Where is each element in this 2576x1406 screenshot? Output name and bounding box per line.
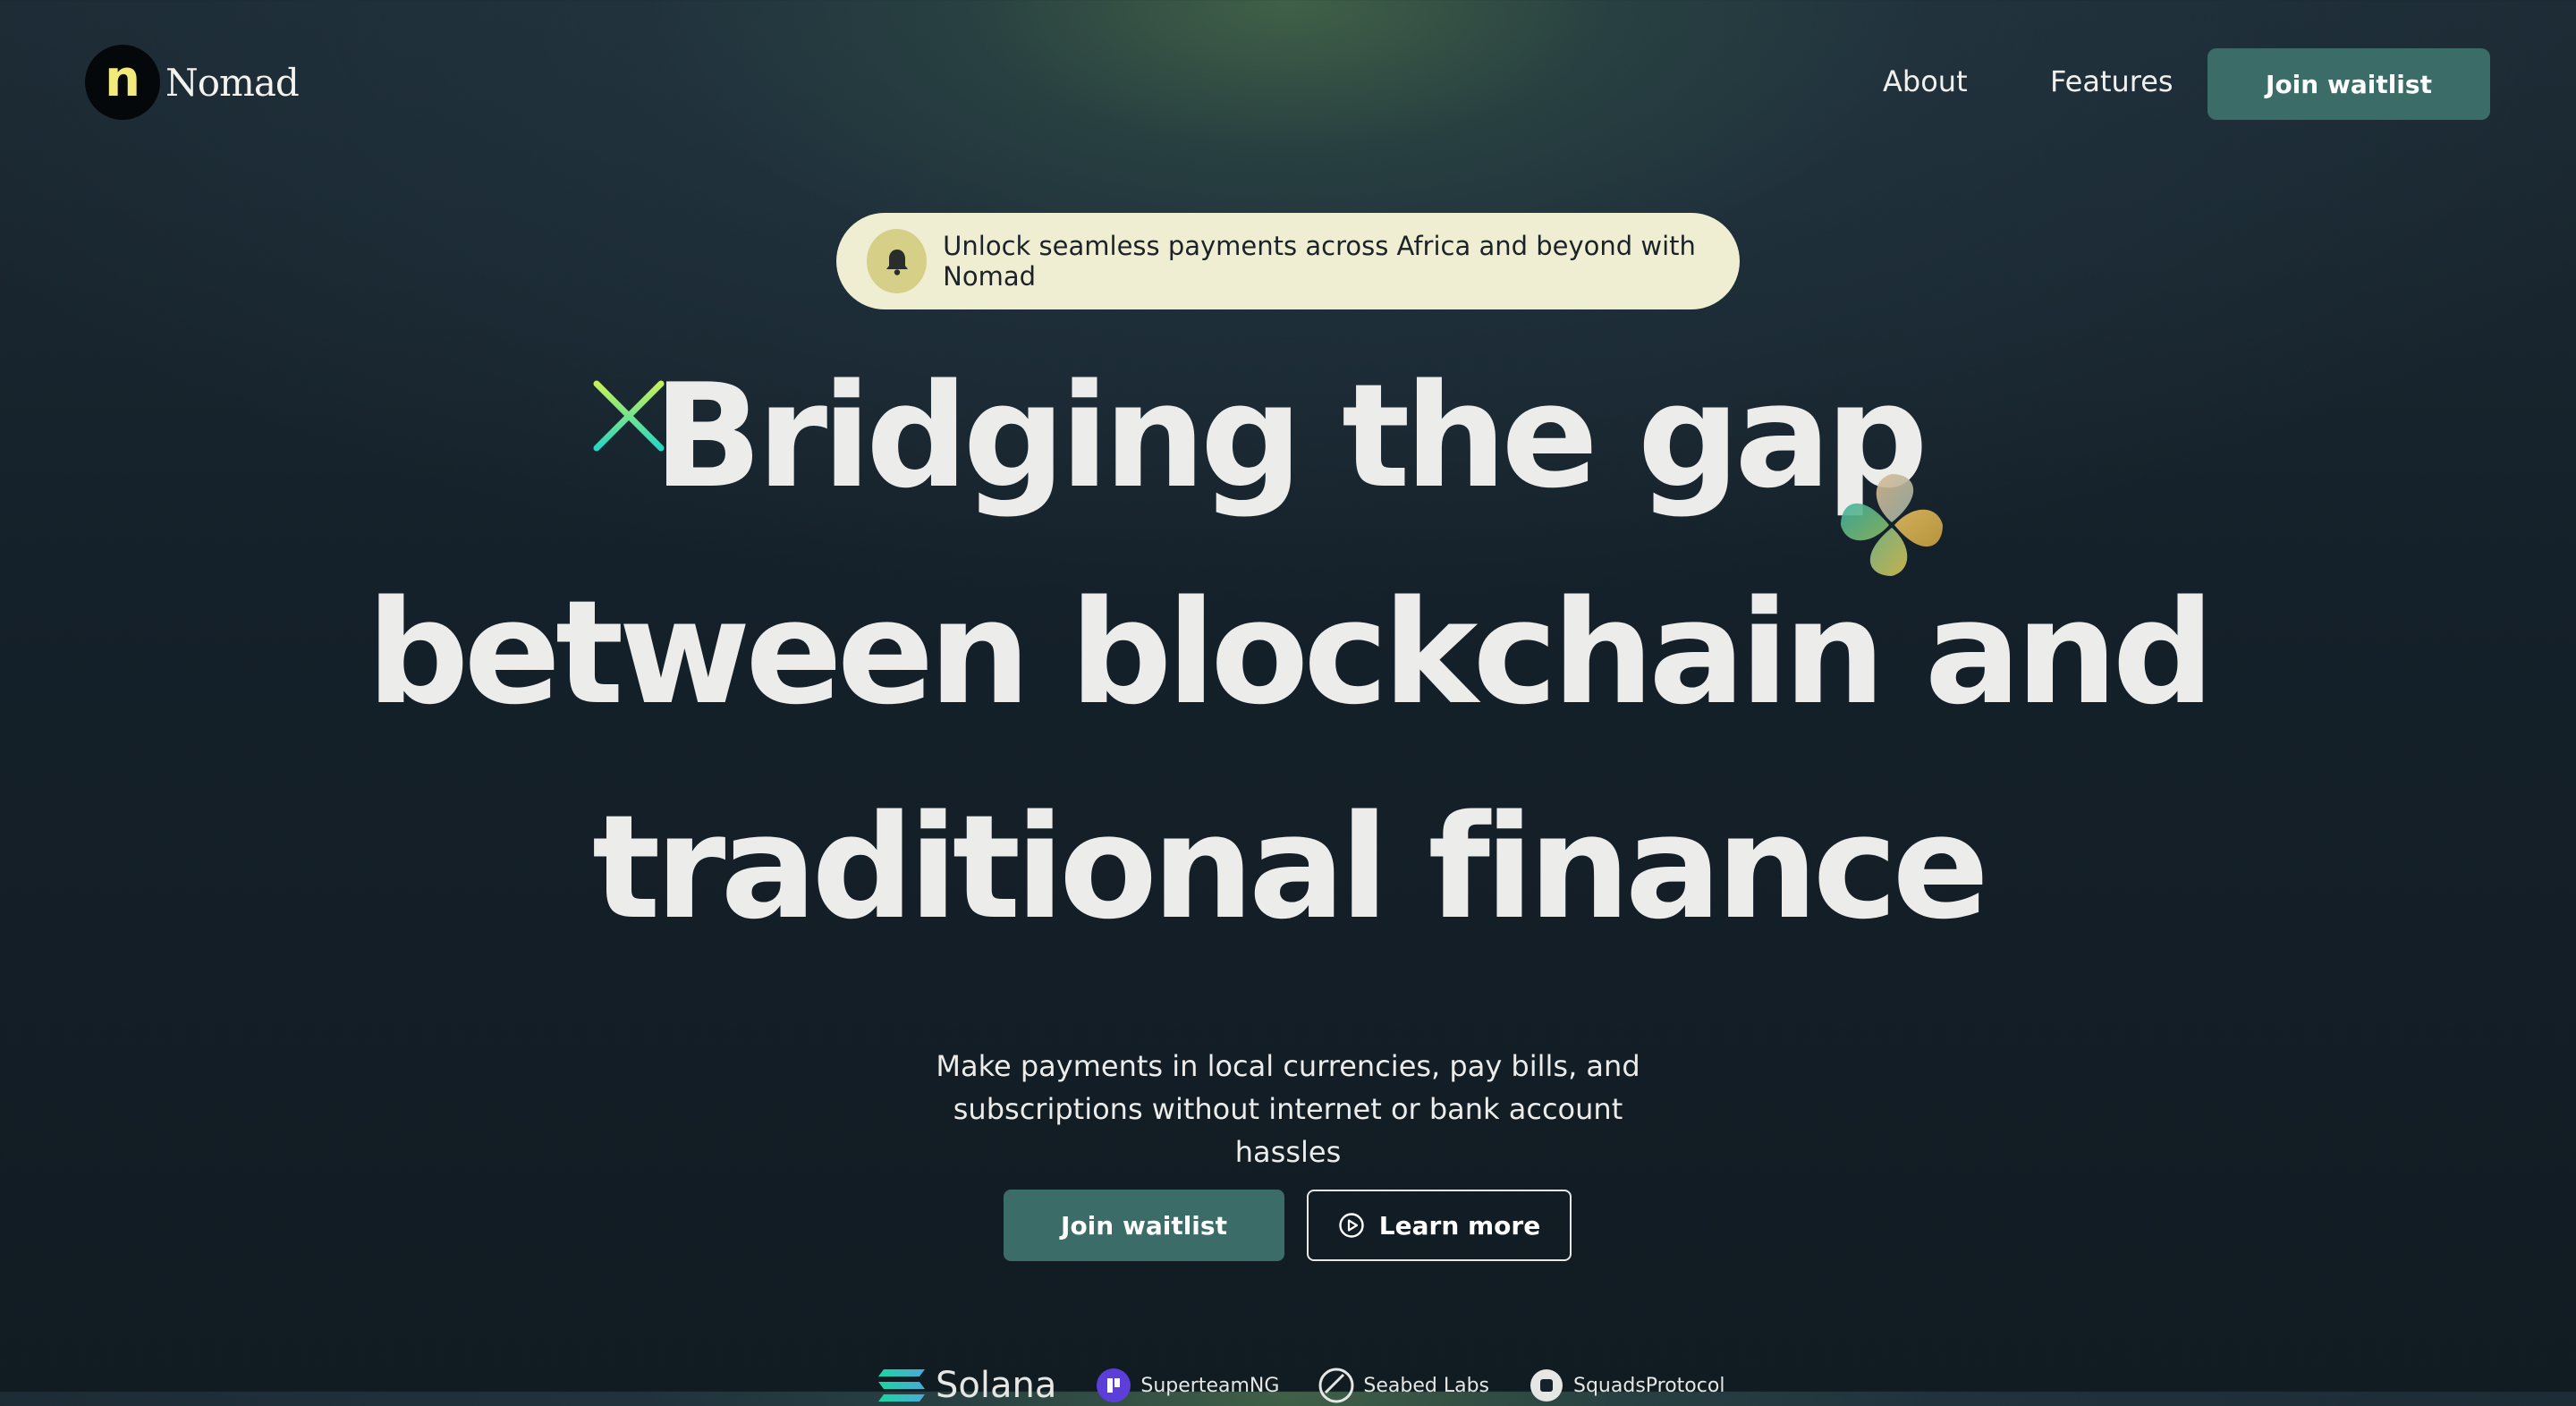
solana-logo-icon: [878, 1369, 925, 1402]
logo-mark-icon: n: [85, 45, 160, 120]
brand-logo[interactable]: n Nomad: [85, 45, 300, 120]
superteam-logo-icon: [1097, 1368, 1131, 1402]
partner-squads-label: SquadsProtocol: [1573, 1374, 1725, 1397]
nav-link-about[interactable]: About: [1883, 64, 1968, 98]
announcement-banner[interactable]: Unlock seamless payments across Africa a…: [836, 213, 1740, 309]
partner-logos: Solana SuperteamNG Seabed Labs SquadsPro…: [877, 1365, 1764, 1406]
seabed-logo-icon: [1318, 1368, 1354, 1403]
squads-logo-icon: [1530, 1369, 1563, 1402]
play-circle-icon: [1339, 1213, 1364, 1238]
join-waitlist-button[interactable]: Join waitlist: [1004, 1190, 1284, 1261]
partner-superteam-label: SuperteamNG: [1140, 1374, 1280, 1397]
learn-more-button[interactable]: Learn more: [1307, 1190, 1572, 1261]
hero-headline-line-3: traditional finance: [592, 783, 1989, 951]
nav-link-features[interactable]: Features: [2050, 64, 2174, 98]
brand-name: Nomad: [165, 60, 300, 105]
partner-superteam: SuperteamNG: [1096, 1368, 1279, 1403]
announcement-text: Unlock seamless payments across Africa a…: [943, 231, 1696, 292]
partner-squads: SquadsProtocol: [1529, 1368, 1724, 1403]
pinwheel-orb-icon: [1841, 474, 1943, 576]
bell-icon: [867, 229, 928, 293]
partner-seabed: Seabed Labs: [1318, 1368, 1489, 1403]
partner-seabed-label: Seabed Labs: [1363, 1374, 1489, 1397]
hero-headline-line-1: Bridging the gap: [653, 352, 1928, 520]
partner-solana: Solana: [877, 1365, 1056, 1406]
hero-subtext: Make payments in local currencies, pay b…: [936, 1049, 1640, 1169]
learn-more-label: Learn more: [1378, 1210, 1541, 1241]
partner-solana-label: Solana: [936, 1365, 1057, 1406]
nav-join-waitlist-button[interactable]: Join waitlist: [2207, 48, 2490, 120]
hero-headline-line-2: between blockchain and: [366, 569, 2215, 736]
top-nav: n Nomad About Features Join waitlist: [0, 0, 2576, 170]
